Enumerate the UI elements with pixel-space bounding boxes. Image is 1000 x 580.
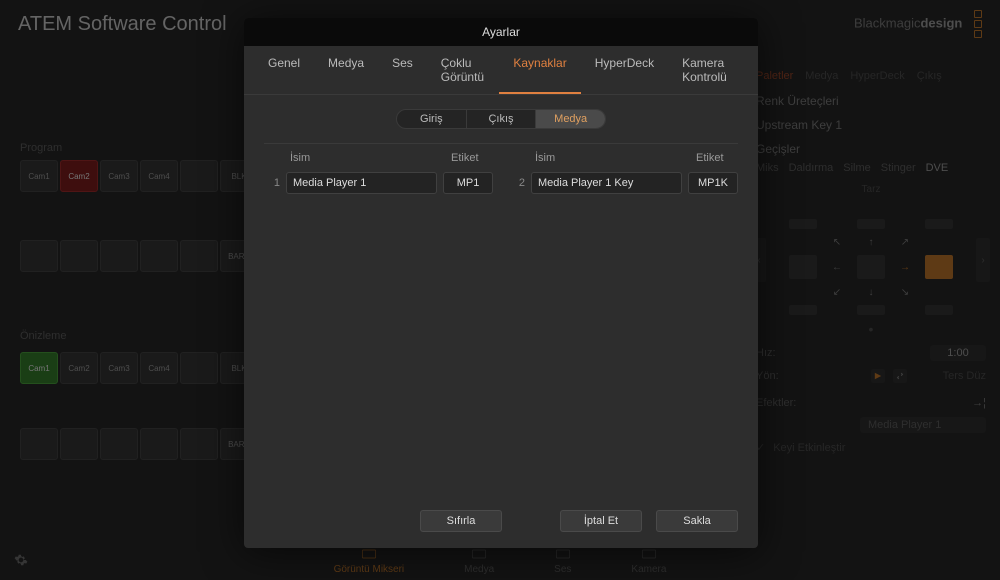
cancel-button[interactable]: İptal Et xyxy=(560,510,642,532)
row-index: 2 xyxy=(509,177,531,189)
source-tag-input[interactable]: MP1K xyxy=(688,172,738,194)
reset-button[interactable]: Sıfırla xyxy=(420,510,502,532)
modal-tab[interactable]: Kaynaklar xyxy=(499,46,580,94)
modal-tab[interactable]: Çoklu Görüntü xyxy=(427,46,500,94)
col-tag-2: Etiket xyxy=(696,152,738,164)
source-tag-input[interactable]: MP1 xyxy=(443,172,493,194)
row-index: 1 xyxy=(264,177,286,189)
segment-çıkış[interactable]: Çıkış xyxy=(466,110,536,128)
settings-modal: Ayarlar GenelMedyaSesÇoklu GörüntüKaynak… xyxy=(244,18,758,548)
col-name-1: İsim xyxy=(284,152,451,164)
table-header: İsim Etiket İsim Etiket xyxy=(264,144,738,172)
save-button[interactable]: Sakla xyxy=(656,510,738,532)
modal-tab[interactable]: HyperDeck xyxy=(581,46,668,94)
sources-table: İsim Etiket İsim Etiket 1 Media Player 1… xyxy=(264,143,738,498)
sources-segment-control: GirişÇıkışMedya xyxy=(396,109,606,129)
source-name-input[interactable]: Media Player 1 xyxy=(286,172,437,194)
modal-tabs: GenelMedyaSesÇoklu GörüntüKaynaklarHyper… xyxy=(244,46,758,95)
source-name-input[interactable]: Media Player 1 Key xyxy=(531,172,682,194)
table-row: 1 Media Player 1 MP1 2 Media Player 1 Ke… xyxy=(264,172,738,194)
modal-title: Ayarlar xyxy=(244,18,758,46)
modal-footer: Sıfırla İptal Et Sakla xyxy=(244,498,758,548)
modal-tab[interactable]: Genel xyxy=(254,46,314,94)
modal-tab[interactable]: Kamera Kontrolü xyxy=(668,46,748,94)
segment-giriş[interactable]: Giriş xyxy=(397,110,466,128)
col-name-2: İsim xyxy=(529,152,696,164)
modal-tab[interactable]: Ses xyxy=(378,46,427,94)
segment-medya[interactable]: Medya xyxy=(535,110,605,128)
col-tag-1: Etiket xyxy=(451,152,493,164)
modal-tab[interactable]: Medya xyxy=(314,46,378,94)
